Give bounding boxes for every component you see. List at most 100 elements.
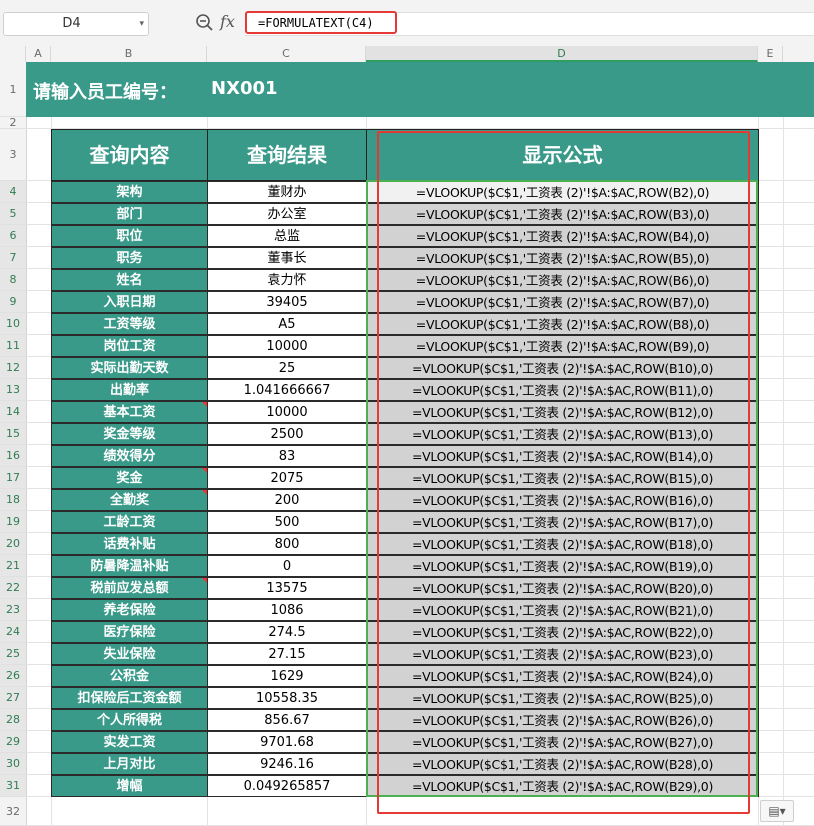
query-item-cell[interactable]: 奖金 bbox=[51, 467, 208, 489]
row-header-12[interactable]: 12 bbox=[0, 357, 26, 379]
fx-icon[interactable]: fx bbox=[220, 12, 235, 31]
row-header-5[interactable]: 5 bbox=[0, 203, 26, 225]
query-result-cell[interactable]: 856.67 bbox=[207, 709, 367, 731]
row-header-9[interactable]: 9 bbox=[0, 291, 26, 313]
name-box[interactable]: D4 ▾ bbox=[3, 12, 149, 36]
query-result-cell[interactable]: 办公室 bbox=[207, 203, 367, 225]
query-result-cell[interactable]: 25 bbox=[207, 357, 367, 379]
query-result-cell[interactable]: 274.5 bbox=[207, 621, 367, 643]
query-item-cell[interactable]: 失业保险 bbox=[51, 643, 208, 665]
query-result-cell[interactable]: 2075 bbox=[207, 467, 367, 489]
query-result-cell[interactable]: 10000 bbox=[207, 401, 367, 423]
row-header-11[interactable]: 11 bbox=[0, 335, 26, 357]
select-all-corner[interactable] bbox=[0, 46, 26, 62]
row-header-18[interactable]: 18 bbox=[0, 489, 26, 511]
row-header-4[interactable]: 4 bbox=[0, 181, 26, 203]
row-header-16[interactable]: 16 bbox=[0, 445, 26, 467]
query-item-cell[interactable]: 上月对比 bbox=[51, 753, 208, 775]
row-header-32[interactable]: 32 bbox=[0, 797, 26, 826]
row-header-14[interactable]: 14 bbox=[0, 401, 26, 423]
row-header-30[interactable]: 30 bbox=[0, 753, 26, 775]
query-item-cell[interactable]: 职务 bbox=[51, 247, 208, 269]
query-item-cell[interactable]: 岗位工资 bbox=[51, 335, 208, 357]
query-result-cell[interactable]: 13575 bbox=[207, 577, 367, 599]
row-header-27[interactable]: 27 bbox=[0, 687, 26, 709]
row-header-3[interactable]: 3 bbox=[0, 129, 26, 181]
row-header-10[interactable]: 10 bbox=[0, 313, 26, 335]
row-header-19[interactable]: 19 bbox=[0, 511, 26, 533]
row-header-21[interactable]: 21 bbox=[0, 555, 26, 577]
query-item-cell[interactable]: 防暑降温补贴 bbox=[51, 555, 208, 577]
paste-options-button[interactable]: ▤▾ bbox=[760, 800, 794, 822]
row-header-2[interactable]: 2 bbox=[0, 117, 26, 129]
query-item-cell[interactable]: 架构 bbox=[51, 181, 208, 203]
query-item-cell[interactable]: 姓名 bbox=[51, 269, 208, 291]
query-item-cell[interactable]: 实发工资 bbox=[51, 731, 208, 753]
query-result-cell[interactable]: 800 bbox=[207, 533, 367, 555]
query-item-cell[interactable]: 税前应发总额 bbox=[51, 577, 208, 599]
row-header-23[interactable]: 23 bbox=[0, 599, 26, 621]
column-header-d[interactable]: D bbox=[366, 46, 758, 62]
row-header-22[interactable]: 22 bbox=[0, 577, 26, 599]
query-item-cell[interactable]: 全勤奖 bbox=[51, 489, 208, 511]
query-item-cell[interactable]: 实际出勤天数 bbox=[51, 357, 208, 379]
column-header-a[interactable]: A bbox=[26, 46, 51, 62]
row-header-28[interactable]: 28 bbox=[0, 709, 26, 731]
query-result-cell[interactable]: 500 bbox=[207, 511, 367, 533]
query-result-cell[interactable]: 9701.68 bbox=[207, 731, 367, 753]
row-header-26[interactable]: 26 bbox=[0, 665, 26, 687]
zoom-icon[interactable] bbox=[195, 13, 215, 33]
row-header-29[interactable]: 29 bbox=[0, 731, 26, 753]
query-result-cell[interactable]: 83 bbox=[207, 445, 367, 467]
query-item-cell[interactable]: 话费补贴 bbox=[51, 533, 208, 555]
header-query-item[interactable]: 查询内容 bbox=[51, 129, 208, 181]
row-header-17[interactable]: 17 bbox=[0, 467, 26, 489]
query-item-cell[interactable]: 扣保险后工资金额 bbox=[51, 687, 208, 709]
row-header-25[interactable]: 25 bbox=[0, 643, 26, 665]
query-item-cell[interactable]: 医疗保险 bbox=[51, 621, 208, 643]
query-item-cell[interactable]: 个人所得税 bbox=[51, 709, 208, 731]
query-result-cell[interactable]: 0.049265857 bbox=[207, 775, 367, 797]
row-header-20[interactable]: 20 bbox=[0, 533, 26, 555]
query-result-cell[interactable]: 10000 bbox=[207, 335, 367, 357]
query-item-cell[interactable]: 基本工资 bbox=[51, 401, 208, 423]
employee-id-input[interactable]: NX001 bbox=[211, 78, 278, 99]
row-header-8[interactable]: 8 bbox=[0, 269, 26, 291]
query-item-cell[interactable]: 工龄工资 bbox=[51, 511, 208, 533]
query-result-cell[interactable]: 10558.35 bbox=[207, 687, 367, 709]
query-result-cell[interactable]: 袁力怀 bbox=[207, 269, 367, 291]
header-query-result[interactable]: 查询结果 bbox=[207, 129, 367, 181]
query-item-cell[interactable]: 增幅 bbox=[51, 775, 208, 797]
query-result-cell[interactable]: 9246.16 bbox=[207, 753, 367, 775]
query-result-cell[interactable]: 1086 bbox=[207, 599, 367, 621]
query-result-cell[interactable]: 27.15 bbox=[207, 643, 367, 665]
query-item-cell[interactable]: 出勤率 bbox=[51, 379, 208, 401]
query-item-cell[interactable]: 养老保险 bbox=[51, 599, 208, 621]
query-result-cell[interactable]: 0 bbox=[207, 555, 367, 577]
name-box-dropdown-icon[interactable]: ▾ bbox=[139, 13, 144, 35]
row-header-7[interactable]: 7 bbox=[0, 247, 26, 269]
row-header-6[interactable]: 6 bbox=[0, 225, 26, 247]
row-header-15[interactable]: 15 bbox=[0, 423, 26, 445]
query-result-cell[interactable]: 1.041666667 bbox=[207, 379, 367, 401]
query-item-cell[interactable]: 公积金 bbox=[51, 665, 208, 687]
row-header-24[interactable]: 24 bbox=[0, 621, 26, 643]
row-header-1[interactable]: 1 bbox=[0, 62, 26, 117]
row-header-31[interactable]: 31 bbox=[0, 775, 26, 797]
query-result-cell[interactable]: 39405 bbox=[207, 291, 367, 313]
query-item-cell[interactable]: 绩效得分 bbox=[51, 445, 208, 467]
column-header-b[interactable]: B bbox=[51, 46, 207, 62]
query-result-cell[interactable]: 董事长 bbox=[207, 247, 367, 269]
query-result-cell[interactable]: A5 bbox=[207, 313, 367, 335]
query-item-cell[interactable]: 奖金等级 bbox=[51, 423, 208, 445]
query-item-cell[interactable]: 部门 bbox=[51, 203, 208, 225]
column-header-c[interactable]: C bbox=[207, 46, 366, 62]
column-header-e[interactable]: E bbox=[758, 46, 783, 62]
query-item-cell[interactable]: 职位 bbox=[51, 225, 208, 247]
query-item-cell[interactable]: 入职日期 bbox=[51, 291, 208, 313]
query-item-cell[interactable]: 工资等级 bbox=[51, 313, 208, 335]
query-result-cell[interactable]: 1629 bbox=[207, 665, 367, 687]
query-result-cell[interactable]: 总监 bbox=[207, 225, 367, 247]
query-result-cell[interactable]: 2500 bbox=[207, 423, 367, 445]
query-result-cell[interactable]: 董财办 bbox=[207, 181, 367, 203]
